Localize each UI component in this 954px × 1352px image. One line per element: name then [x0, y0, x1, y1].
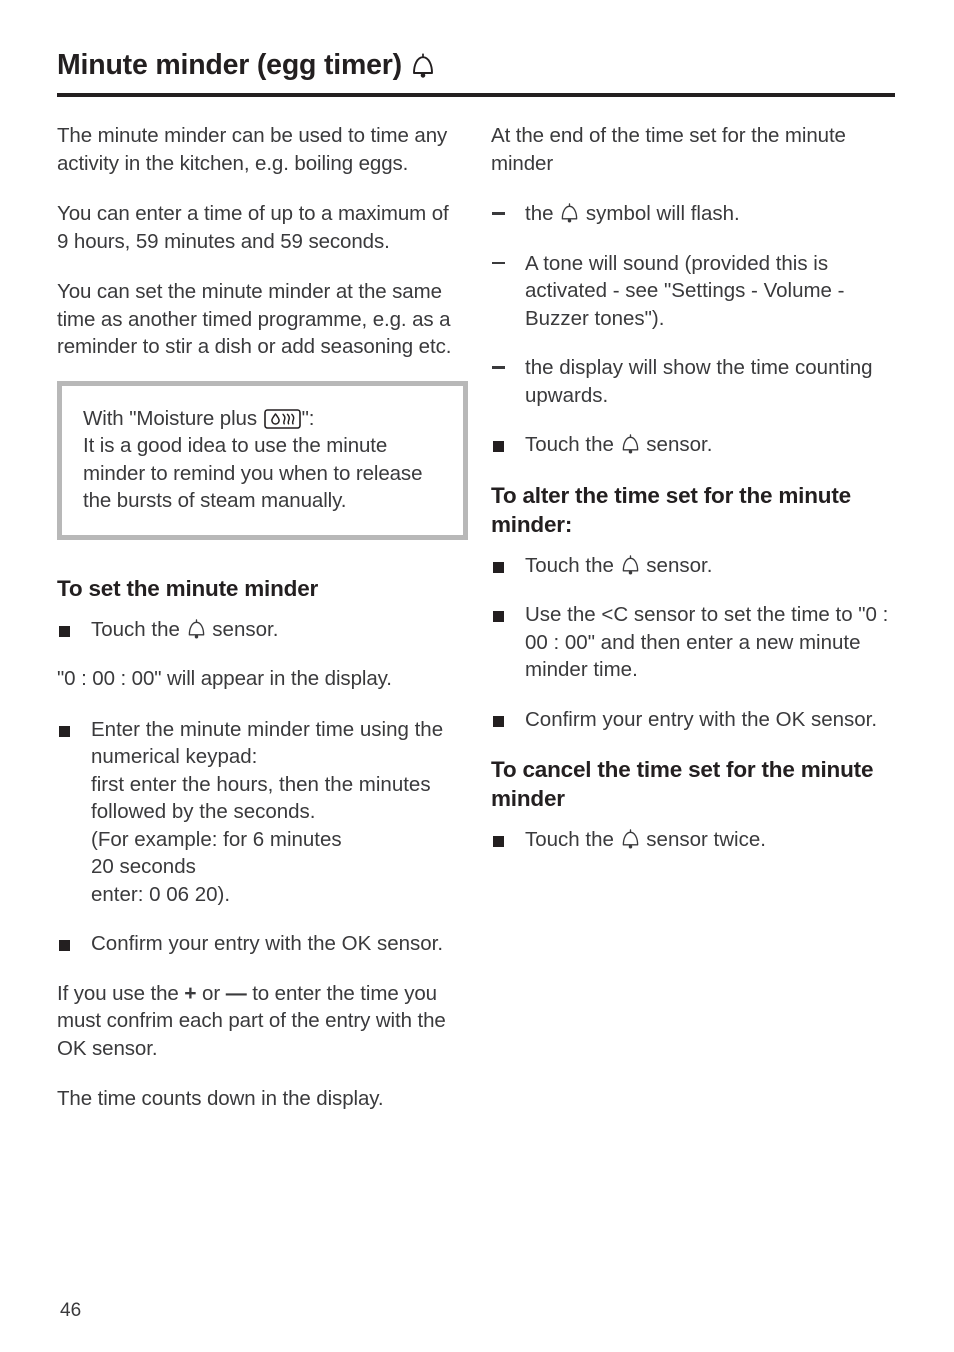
note-lead-prefix: With "Moisture plus — [83, 406, 263, 430]
list-item: Touch the sensor. — [491, 552, 899, 580]
list-item: Touch the sensor. — [491, 431, 899, 459]
heading-to-set-minute-minder: To set the minute minder — [57, 575, 319, 601]
list-item: A tone will sound (provided this is acti… — [491, 250, 899, 333]
note-body: It is a good idea to use the minute mind… — [83, 434, 423, 512]
bullet-text-prefix: Touch the — [525, 553, 620, 577]
list-item: Confirm your entry with the OK sensor. — [57, 930, 465, 958]
dash-bullet-icon — [492, 212, 505, 215]
right-column: At the end of the time set for the minut… — [491, 122, 899, 876]
bullet-text-prefix: Touch the — [91, 617, 186, 641]
plus-minus-prefix: If you use the — [57, 981, 185, 1005]
bullet-text: Enter the minute minder time using the n… — [91, 717, 444, 906]
note-lead-line: With "Moisture plus ": — [83, 405, 445, 433]
bell-icon — [560, 203, 579, 224]
minus-symbol: — — [225, 981, 247, 1005]
bell-icon — [621, 829, 640, 850]
title-divider — [57, 93, 895, 97]
bullet-text: the display will show the time counting … — [525, 356, 873, 407]
moisture-plus-note-box: With "Moisture plus ": It is a good idea… — [57, 380, 468, 540]
manual-page: Minute minder (egg timer) The minute min… — [0, 0, 954, 1352]
end-of-time-intro: At the end of the time set for the minut… — [491, 124, 846, 175]
bullet-text: Use the <C sensor to set the time to "0 … — [525, 603, 889, 681]
bullet-text: A tone will sound (provided this is acti… — [525, 251, 845, 330]
page-number: 46 — [60, 1300, 82, 1321]
heading-to-cancel-time: To cancel the time set for the minute mi… — [491, 757, 874, 811]
bullet-text: Confirm your entry with the OK sensor. — [525, 707, 878, 731]
bullet-text-prefix: Touch the — [525, 828, 620, 851]
list-item: Use the <C sensor to set the time to "0 … — [491, 601, 899, 684]
plus-minus-middle: or — [196, 981, 226, 1005]
square-bullet-icon — [493, 611, 504, 622]
bullet-text-suffix: symbol will flash. — [580, 202, 740, 225]
bullet-text-suffix: sensor. — [206, 617, 279, 641]
square-bullet-icon — [493, 561, 504, 573]
dash-bullet-icon — [492, 261, 505, 264]
bullet-text-suffix: sensor. — [640, 553, 713, 577]
square-bullet-icon — [493, 836, 504, 847]
bullet-text-suffix: sensor twice. — [640, 828, 766, 851]
list-item: the symbol will flash. — [491, 200, 899, 228]
bell-icon — [411, 53, 435, 79]
page-title-text: Minute minder (egg timer) — [57, 49, 402, 81]
list-item: Touch the sensor twice. — [491, 826, 899, 854]
concurrent-paragraph: You can set the minute minder at the sam… — [57, 280, 452, 358]
bullet-text-prefix: the — [525, 202, 560, 225]
bullet-text-suffix: sensor. — [640, 433, 713, 456]
list-item: the display will show the time counting … — [491, 354, 899, 409]
bell-icon — [187, 618, 206, 640]
bell-icon — [621, 554, 640, 576]
bullet-text-prefix: Touch the — [525, 433, 620, 456]
list-item: Confirm your entry with the OK sensor. — [491, 706, 899, 734]
plus-symbol: + — [184, 981, 197, 1005]
heading-to-alter-time: To alter the time set for the minute min… — [491, 482, 851, 537]
intro-paragraph: The minute minder can be used to time an… — [57, 124, 448, 175]
left-column: The minute minder can be used to time an… — [57, 122, 468, 1136]
bullet-text: Confirm your entry with the OK sensor. — [91, 932, 444, 955]
bell-icon — [621, 434, 640, 455]
square-bullet-icon — [59, 625, 70, 637]
list-item: Enter the minute minder time using the n… — [57, 716, 465, 909]
dash-bullet-icon — [492, 366, 505, 369]
page-header: Minute minder (egg timer) — [57, 49, 895, 81]
display-value-paragraph: "0 : 00 : 00" will appear in the display… — [57, 667, 392, 690]
list-item: Touch the sensor. — [57, 616, 465, 644]
square-bullet-icon — [493, 441, 504, 452]
square-bullet-icon — [59, 725, 70, 737]
max-time-paragraph: You can enter a time of up to a maximum … — [57, 202, 449, 253]
square-bullet-icon — [59, 940, 70, 951]
plus-minus-paragraph: If you use the + or — to enter the time … — [57, 980, 465, 1063]
square-bullet-icon — [493, 715, 504, 727]
moisture-plus-icon — [263, 408, 301, 429]
note-lead-suffix: ": — [301, 406, 315, 430]
page-title: Minute minder (egg timer) — [57, 49, 895, 81]
countdown-paragraph: The time counts down in the display. — [57, 1087, 384, 1110]
